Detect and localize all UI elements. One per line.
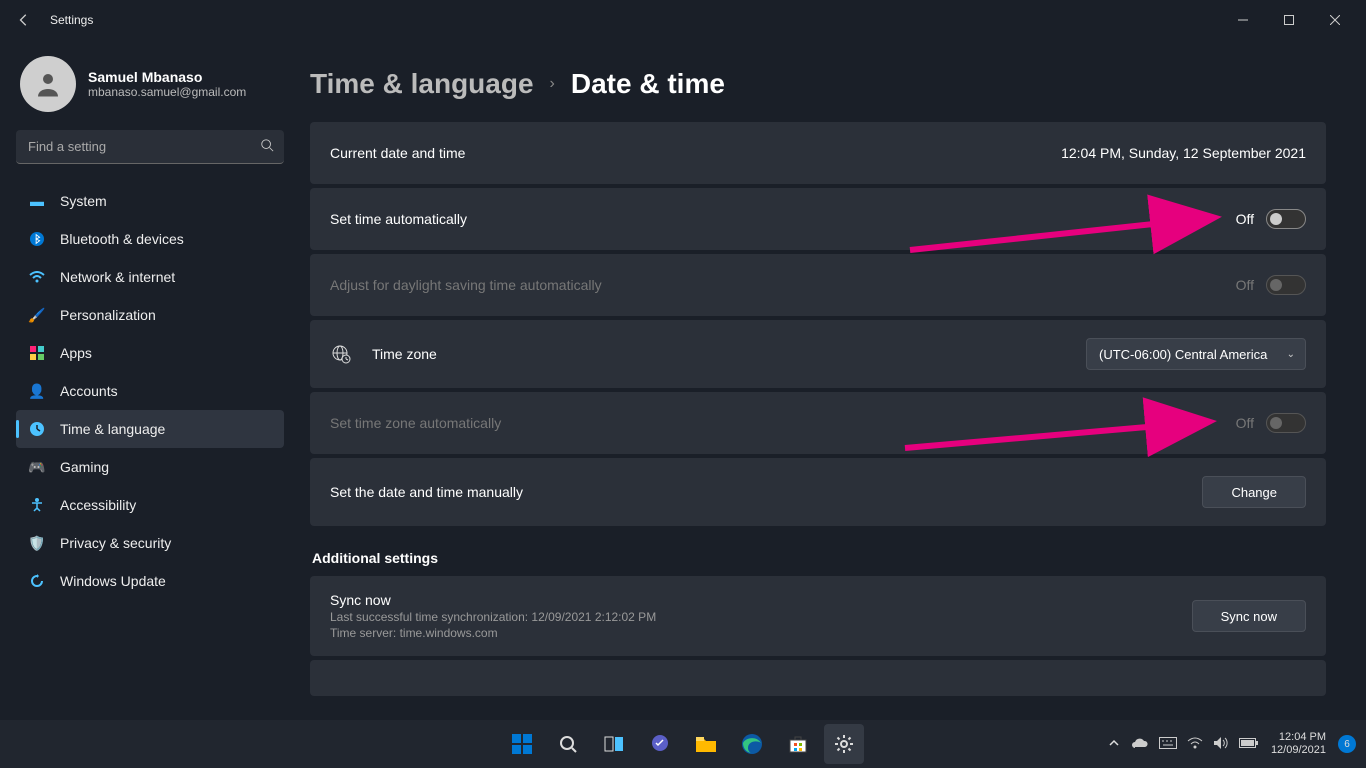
tray-battery-icon[interactable] bbox=[1239, 737, 1259, 752]
timezone-dropdown[interactable]: (UTC-06:00) Central America ⌄ bbox=[1086, 338, 1306, 370]
row-set-tz-auto: Set time zone automatically Off bbox=[310, 392, 1326, 454]
nav-bluetooth[interactable]: Bluetooth & devices bbox=[16, 220, 284, 258]
row-additional-next bbox=[310, 660, 1326, 696]
system-tray: 12:04 PM 12/09/2021 6 bbox=[1109, 731, 1366, 757]
window-title: Settings bbox=[50, 13, 93, 27]
nav-accounts[interactable]: 👤Accounts bbox=[16, 372, 284, 410]
breadcrumb-parent[interactable]: Time & language bbox=[310, 68, 534, 100]
breadcrumb: Time & language › Date & time bbox=[310, 68, 1326, 100]
profile-name: Samuel Mbanaso bbox=[88, 69, 246, 85]
system-icon: ▬ bbox=[28, 192, 46, 210]
notifications-badge[interactable]: 6 bbox=[1338, 735, 1356, 753]
profile[interactable]: Samuel Mbanaso mbanaso.samuel@gmail.com bbox=[20, 56, 284, 112]
nav-list: ▬System Bluetooth & devices Network & in… bbox=[16, 182, 284, 600]
apps-icon bbox=[28, 344, 46, 362]
gaming-icon: 🎮 bbox=[28, 458, 46, 476]
accessibility-icon bbox=[28, 496, 46, 514]
row-current-datetime: Current date and time 12:04 PM, Sunday, … bbox=[310, 122, 1326, 184]
section-additional-title: Additional settings bbox=[312, 550, 1326, 566]
sidebar: Samuel Mbanaso mbanaso.samuel@gmail.com … bbox=[0, 40, 300, 720]
nav-accessibility[interactable]: Accessibility bbox=[16, 486, 284, 524]
taskbar-taskview[interactable] bbox=[594, 724, 634, 764]
shield-icon: 🛡️ bbox=[28, 534, 46, 552]
toggle-state-label: Off bbox=[1236, 415, 1254, 431]
globe-icon bbox=[330, 343, 352, 365]
nav-personalization[interactable]: 🖌️Personalization bbox=[16, 296, 284, 334]
row-set-manual: Set the date and time manually Change bbox=[310, 458, 1326, 526]
toggle-state-label: Off bbox=[1236, 211, 1254, 227]
row-sync-now: Sync now Last successful time synchroniz… bbox=[310, 576, 1326, 656]
taskbar-search[interactable] bbox=[548, 724, 588, 764]
nav-windows-update[interactable]: Windows Update bbox=[16, 562, 284, 600]
search-box[interactable] bbox=[16, 130, 284, 164]
start-button[interactable] bbox=[502, 724, 542, 764]
back-button[interactable] bbox=[8, 4, 40, 36]
clock-icon bbox=[28, 420, 46, 438]
tray-overflow[interactable] bbox=[1109, 737, 1119, 751]
row-dst: Adjust for daylight saving time automati… bbox=[310, 254, 1326, 316]
taskbar-explorer[interactable] bbox=[686, 724, 726, 764]
taskbar-store[interactable] bbox=[778, 724, 818, 764]
tray-wifi-icon[interactable] bbox=[1187, 737, 1203, 752]
nav-apps[interactable]: Apps bbox=[16, 334, 284, 372]
search-icon bbox=[260, 138, 274, 157]
taskbar-settings[interactable] bbox=[824, 724, 864, 764]
tray-clock[interactable]: 12:04 PM 12/09/2021 bbox=[1271, 731, 1326, 757]
nav-network[interactable]: Network & internet bbox=[16, 258, 284, 296]
toggle-state-label: Off bbox=[1236, 277, 1254, 293]
brush-icon: 🖌️ bbox=[28, 306, 46, 324]
toggle-set-time-auto[interactable] bbox=[1266, 209, 1306, 229]
row-set-time-auto: Set time automatically Off bbox=[310, 188, 1326, 250]
titlebar: Settings bbox=[0, 0, 1366, 40]
current-datetime-value: 12:04 PM, Sunday, 12 September 2021 bbox=[1061, 145, 1306, 161]
nav-privacy[interactable]: 🛡️Privacy & security bbox=[16, 524, 284, 562]
tray-volume-icon[interactable] bbox=[1213, 736, 1229, 753]
bluetooth-icon bbox=[28, 230, 46, 248]
sync-now-button[interactable]: Sync now bbox=[1192, 600, 1306, 632]
search-input[interactable] bbox=[16, 130, 284, 164]
avatar bbox=[20, 56, 76, 112]
main-content: Time & language › Date & time Current da… bbox=[300, 40, 1366, 720]
person-icon: 👤 bbox=[28, 382, 46, 400]
profile-email: mbanaso.samuel@gmail.com bbox=[88, 85, 246, 99]
nav-gaming[interactable]: 🎮Gaming bbox=[16, 448, 284, 486]
wifi-icon bbox=[28, 268, 46, 286]
taskbar-edge[interactable] bbox=[732, 724, 772, 764]
toggle-dst bbox=[1266, 275, 1306, 295]
taskbar: 12:04 PM 12/09/2021 6 bbox=[0, 720, 1366, 768]
change-button[interactable]: Change bbox=[1202, 476, 1306, 508]
close-button[interactable] bbox=[1312, 4, 1358, 36]
maximize-button[interactable] bbox=[1266, 4, 1312, 36]
chevron-down-icon: ⌄ bbox=[1287, 349, 1295, 360]
update-icon bbox=[28, 572, 46, 590]
minimize-button[interactable] bbox=[1220, 4, 1266, 36]
row-timezone: Time zone (UTC-06:00) Central America ⌄ bbox=[310, 320, 1326, 388]
chevron-right-icon: › bbox=[550, 75, 555, 93]
nav-system[interactable]: ▬System bbox=[16, 182, 284, 220]
nav-time-language[interactable]: Time & language bbox=[16, 410, 284, 448]
tray-onedrive-icon[interactable] bbox=[1131, 737, 1149, 752]
page-title: Date & time bbox=[571, 68, 725, 100]
taskbar-chat[interactable] bbox=[640, 724, 680, 764]
toggle-set-tz-auto bbox=[1266, 413, 1306, 433]
tray-keyboard-icon[interactable] bbox=[1159, 737, 1177, 752]
